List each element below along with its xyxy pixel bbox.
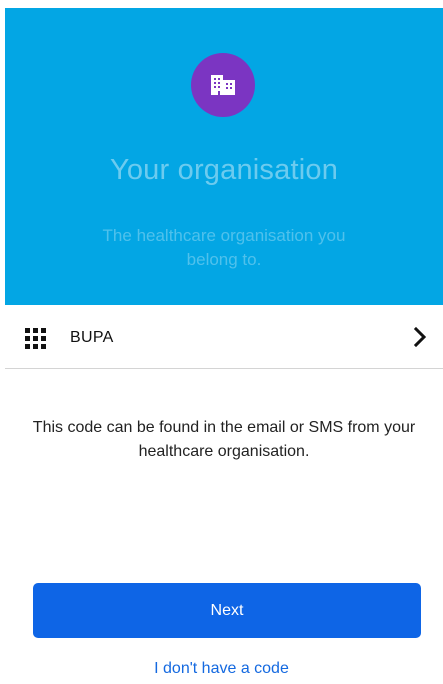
organisation-code-help-text: This code can be found in the email or S… (32, 419, 416, 460)
next-button[interactable]: Next (33, 583, 421, 638)
building-icon (211, 75, 235, 95)
chevron-right-icon (413, 327, 427, 347)
organisation-name: BUPA (70, 329, 114, 346)
no-code-link[interactable]: I don't have a code (0, 660, 443, 678)
page-title: Your organisation (109, 154, 339, 186)
grid-icon (25, 328, 46, 349)
page-subtitle: The healthcare organisation you belong t… (102, 226, 346, 269)
organisation-screen: Your organisation The healthcare organis… (0, 0, 443, 684)
organisation-selector[interactable]: BUPA (5, 305, 443, 369)
organisation-icon-circle (191, 53, 255, 117)
organisation-header: Your organisation The healthcare organis… (5, 8, 443, 305)
